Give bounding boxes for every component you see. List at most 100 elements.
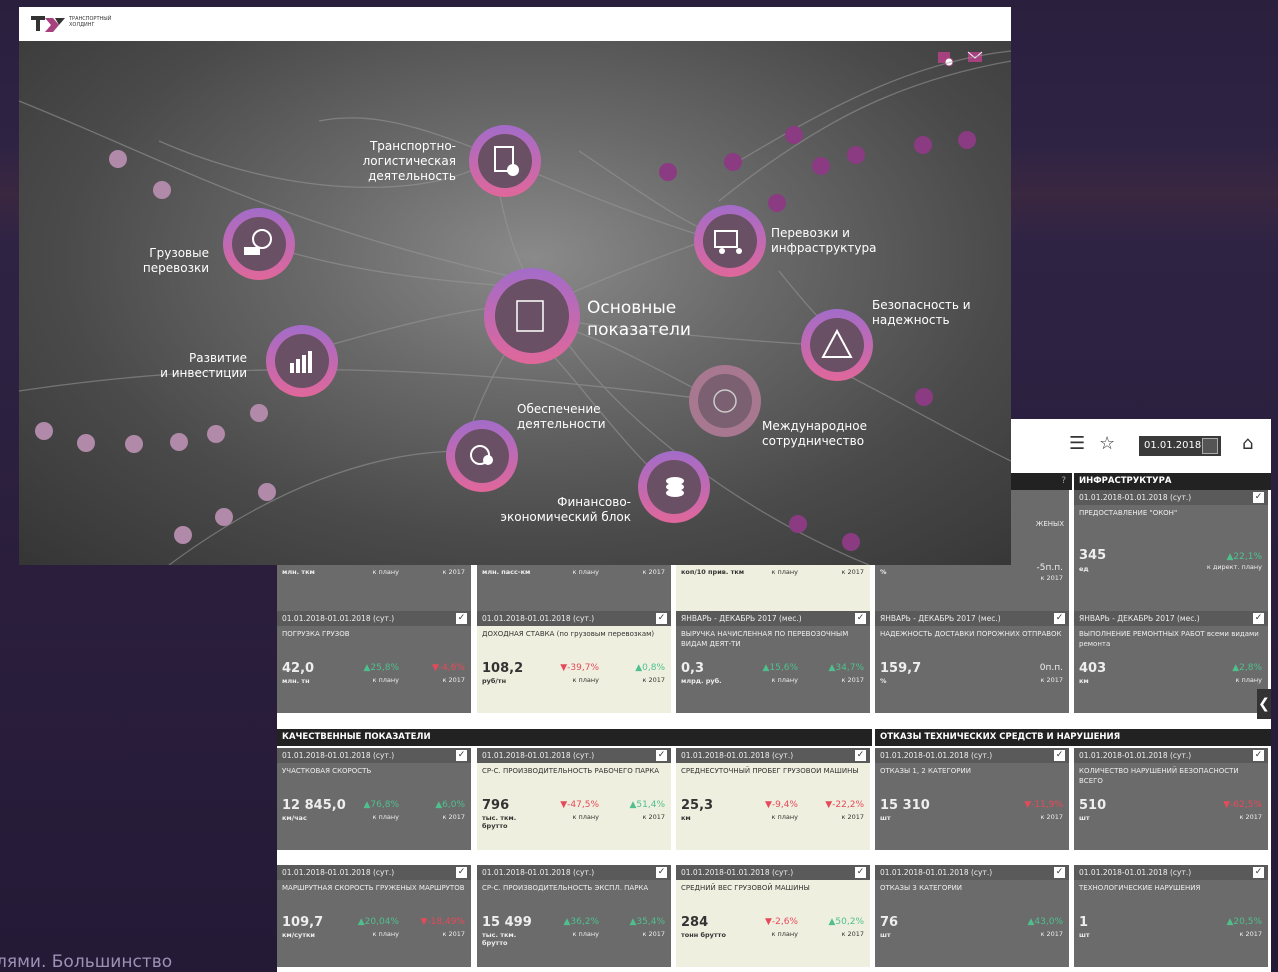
- checkbox[interactable]: ✓: [1253, 613, 1264, 624]
- kpi-unit: млрд. руб.: [681, 677, 722, 685]
- node-support[interactable]: [446, 420, 518, 492]
- kpi-value: 510: [1079, 798, 1107, 813]
- kpi-value: 42,0: [282, 661, 315, 676]
- kpi-card[interactable]: 01.01.2018-01.01.2018 (сут.) ✓ СРЕДНЕСУТОЧ…: [676, 748, 870, 850]
- kpi-period: 01.01.2018-01.01.2018 (сут.) ✓: [477, 748, 671, 763]
- kpi-period: ЯНВАРЬ - ДЕКАБРЬ 2017 (мес.) ✓: [1074, 611, 1268, 626]
- kpi-sub-1: к плану: [771, 676, 798, 684]
- star-icon[interactable]: ☆: [1099, 433, 1115, 454]
- kpi-card[interactable]: 01.01.2018-01.01.2018 (сут.) ✓ ОТКАЗЫ 3 КА…: [875, 865, 1069, 967]
- node-finance[interactable]: [638, 451, 710, 523]
- collapse-arrow-icon[interactable]: ❮: [1257, 689, 1271, 719]
- kpi-sub-1: к плану: [771, 568, 798, 576]
- label-support: Обеспечение деятельности: [517, 402, 606, 431]
- kpi-period: 01.01.2018-01.01.2018 (сут.) ✓: [477, 865, 671, 880]
- checkbox[interactable]: ✓: [1253, 492, 1264, 503]
- kpi-card[interactable]: 01.01.2018-01.01.2018 (сут.) ✓ ТЕХНОЛОГИЧЕ…: [1074, 865, 1268, 967]
- kpi-unit: ед: [1079, 565, 1089, 573]
- kpi-sub-1: к плану: [771, 813, 798, 821]
- kpi-delta-1: ▼-9,4%: [764, 800, 798, 810]
- label-development: Развитие и инвестиции: [160, 351, 247, 380]
- hero-header: ТРАНСПОРТНЫЙ ХОЛДИНГ: [19, 7, 1011, 66]
- logo-icon: [31, 16, 65, 32]
- kpi-unit: коп/10 прив. ткм: [681, 568, 745, 576]
- label-international: Международное сотрудничество: [762, 419, 867, 448]
- kpi-sub-2: к 2017: [841, 813, 864, 821]
- node-transport-infra[interactable]: [694, 205, 766, 277]
- kpi-value: 109,7: [282, 915, 324, 930]
- kpi-sub-2: к 2017: [1040, 574, 1063, 582]
- kpi-delta-1: ▼-2,6%: [764, 917, 798, 927]
- kpi-title: ДОХОДНАЯ СТАВКА (по грузовым перевозкам): [482, 630, 655, 638]
- kpi-card[interactable]: 01.01.2018-01.01.2018 (сут.) ✓ ОТКАЗЫ 1, 2…: [875, 748, 1069, 850]
- kpi-card[interactable]: 01.01.2018-01.01.2018 (сут.) ✓ СРЕДНИЙ ВЕС…: [676, 865, 870, 967]
- label-finance: Финансово-экономический блок: [500, 495, 631, 524]
- kpi-title: СРЕДНИЙ ВЕС ГРУЗОВОЙ МАШИНЫ: [681, 884, 810, 892]
- checkbox[interactable]: ✓: [656, 867, 667, 878]
- checkbox[interactable]: ✓: [456, 867, 467, 878]
- kpi-sub-2: к 2017: [442, 676, 465, 684]
- node-transport[interactable]: [469, 125, 541, 197]
- section-header-infra: ИНФРАСТРУКТУРА: [1074, 473, 1271, 490]
- kpi-sub-2: к 2017: [1239, 930, 1262, 938]
- kpi-card[interactable]: ЯНВАРЬ - ДЕКАБРЬ 2017 (мес.) ✓ ВЫПОЛНЕНИЕ …: [1074, 611, 1268, 713]
- node-center[interactable]: [484, 268, 580, 364]
- kpi-delta-2: ▲34,7%: [828, 663, 864, 673]
- kpi-sub-2: к 2017: [841, 676, 864, 684]
- kpi-value: 796: [482, 798, 510, 813]
- kpi-sub-2: к 2017: [1040, 930, 1063, 938]
- checkbox[interactable]: ✓: [855, 867, 866, 878]
- checkbox[interactable]: ✓: [656, 613, 667, 624]
- checkbox[interactable]: ✓: [855, 750, 866, 761]
- checkbox[interactable]: ✓: [656, 750, 667, 761]
- node-development[interactable]: [266, 325, 338, 397]
- kpi-title: ПОГРУЗКА ГРУЗОВ: [282, 630, 350, 638]
- kpi-card[interactable]: ЯНВАРЬ - ДЕКАБРЬ 2017 (мес.) ✓ НАДЕЖНОСТЬ …: [875, 611, 1069, 713]
- kpi-unit: шт: [880, 931, 891, 939]
- checkbox[interactable]: ✓: [1054, 867, 1065, 878]
- kpi-card[interactable]: 01.01.2018-01.01.2018 (сут.) ✓ УЧАСТКОВАЯ …: [277, 748, 471, 850]
- kpi-card[interactable]: 01.01.2018-01.01.2018 (сут.) ✓ ПОГРУЗКА ГР…: [277, 611, 471, 713]
- kpi-sub-2: к 2017: [1239, 813, 1262, 821]
- checkbox[interactable]: ✓: [855, 613, 866, 624]
- help-icon[interactable]: ?: [1061, 473, 1066, 490]
- kpi-value: 76: [880, 915, 899, 930]
- kpi-card[interactable]: 01.01.2018-01.01.2018 (сут.) ✓ ДОХОДНАЯ СТ…: [477, 611, 671, 713]
- list-icon[interactable]: ☰: [1069, 433, 1085, 454]
- logo-text: ТРАНСПОРТНЫЙ ХОЛДИНГ: [69, 16, 112, 28]
- kpi-period: 01.01.2018-01.01.2018 (сут.) ✓: [277, 865, 471, 880]
- checkbox[interactable]: ✓: [456, 750, 467, 761]
- calendar-icon[interactable]: [1202, 438, 1218, 454]
- kpi-value: 25,3: [681, 798, 714, 813]
- checkbox[interactable]: ✓: [1253, 750, 1264, 761]
- checkbox[interactable]: ✓: [456, 613, 467, 624]
- label-cargo: Грузовые перевозки: [142, 246, 209, 275]
- kpi-card[interactable]: 01.01.2018-01.01.2018 (сут.) ✓ КОЛИЧЕСТВО …: [1074, 748, 1268, 850]
- kpi-card[interactable]: ЯНВАРЬ - ДЕКАБРЬ 2017 (мес.) ✓ ВЫРУЧКА НАЧ…: [676, 611, 870, 713]
- kpi-sub-2: к 2017: [442, 568, 465, 576]
- kpi-unit: км/сутки: [282, 931, 315, 939]
- kpi-sub-2: к 2017: [442, 813, 465, 821]
- home-icon[interactable]: ⌂: [1242, 433, 1253, 454]
- checkbox[interactable]: ✓: [1054, 750, 1065, 761]
- kpi-unit: руб/тн: [482, 677, 507, 685]
- kpi-period: 01.01.2018-01.01.2018 (сут.) ✓: [875, 748, 1069, 763]
- checkbox[interactable]: ✓: [1054, 613, 1065, 624]
- kpi-unit: км: [1079, 677, 1089, 685]
- kpi-delta-1: ▼-39,7%: [560, 663, 599, 673]
- label-center: Основные показатели: [587, 298, 691, 340]
- kpi-sub-2: к 2017: [642, 930, 665, 938]
- checkbox[interactable]: ✓: [1253, 867, 1264, 878]
- node-safety[interactable]: [801, 309, 873, 381]
- kpi-delta-2: ▲0,8%: [635, 663, 665, 673]
- kpi-value: 108,2: [482, 661, 524, 676]
- node-cargo[interactable]: [223, 208, 295, 280]
- kpi-sub-2: к 2017: [442, 930, 465, 938]
- date-picker[interactable]: 01.01.2018: [1139, 436, 1221, 456]
- kpi-card[interactable]: 01.01.2018-01.01.2018 (сут.) ✓ СР-С. ПРОИЗ…: [477, 748, 671, 850]
- label-transport-infra: Перевозки и инфраструктура: [771, 226, 877, 255]
- kpi-card[interactable]: 01.01.2018-01.01.2018 (сут.) ✓ ПРЕДОСТАВЛ…: [1074, 490, 1268, 621]
- kpi-card[interactable]: 01.01.2018-01.01.2018 (сут.) ✓ МАРШРУТНАЯ …: [277, 865, 471, 967]
- kpi-card[interactable]: 01.01.2018-01.01.2018 (сут.) ✓ СР-С. ПРОИЗ…: [477, 865, 671, 967]
- node-international[interactable]: [689, 365, 761, 437]
